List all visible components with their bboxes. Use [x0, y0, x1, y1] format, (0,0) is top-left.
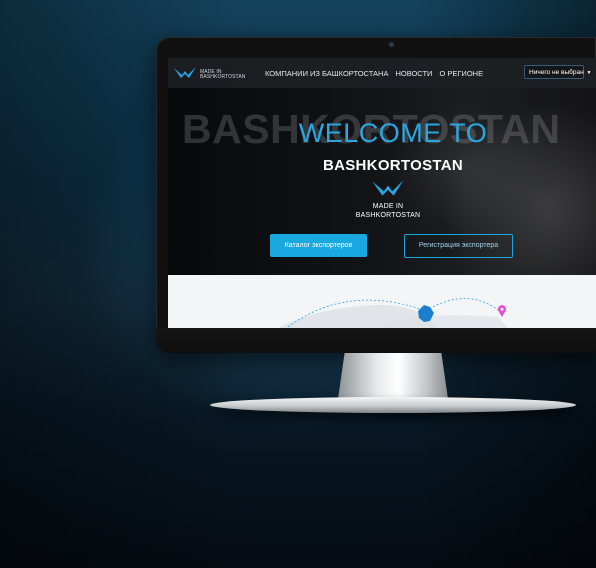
hero-section: MADE IN BASHKORTOSTAN КОМПАНИИ ИЗ БАШКОР… [168, 58, 596, 275]
nav-links: КОМПАНИИ ИЗ БАШКОРТОСТАНА НОВОСТИ О РЕГИ… [265, 69, 483, 78]
hero-logo-line2: BASHKORTOSTAN [355, 212, 421, 219]
world-map-section [168, 275, 596, 328]
nav-link-about-region[interactable]: О РЕГИОНЕ [439, 69, 483, 78]
site-logo[interactable]: MADE IN BASHKORTOSTAN [174, 66, 246, 84]
nav-link-companies[interactable]: КОМПАНИИ ИЗ БАШКОРТОСТАНА [265, 69, 388, 78]
exporter-registration-button[interactable]: Регистрация экспортера [404, 234, 513, 258]
hero-welcome-heading: WELCOME TO [298, 118, 488, 148]
monitor-screen: MADE IN BASHKORTOSTAN КОМПАНИИ ИЗ БАШКОР… [168, 58, 596, 328]
camera-dot [389, 42, 394, 47]
hero-logo: MADE IN BASHKORTOSTAN [353, 180, 423, 220]
filter-select[interactable]: Ничего не выбран ▼ [524, 65, 591, 79]
monitor-chin [156, 328, 596, 353]
chevron-down-icon: ▼ [586, 70, 592, 76]
filter-select-value: Ничего не выбран [529, 69, 584, 76]
bird-logo-icon [371, 180, 405, 201]
map-pin-icon [498, 305, 506, 317]
hero-logo-line1: MADE IN [372, 203, 404, 210]
logo-text: MADE IN BASHKORTOSTAN [200, 68, 246, 80]
exporters-catalog-button[interactable]: Каталог экспортеров [270, 234, 367, 257]
monitor-stand-neck [338, 353, 448, 399]
top-navbar: MADE IN BASHKORTOSTAN КОМПАНИИ ИЗ БАШКОР… [168, 58, 596, 88]
nav-link-news[interactable]: НОВОСТИ [395, 69, 432, 78]
hero-region-title: BASHKORTOSTAN [322, 157, 463, 174]
bird-logo-icon [174, 66, 196, 84]
world-map-graphic [278, 298, 508, 328]
monitor-stand-base [210, 397, 576, 413]
